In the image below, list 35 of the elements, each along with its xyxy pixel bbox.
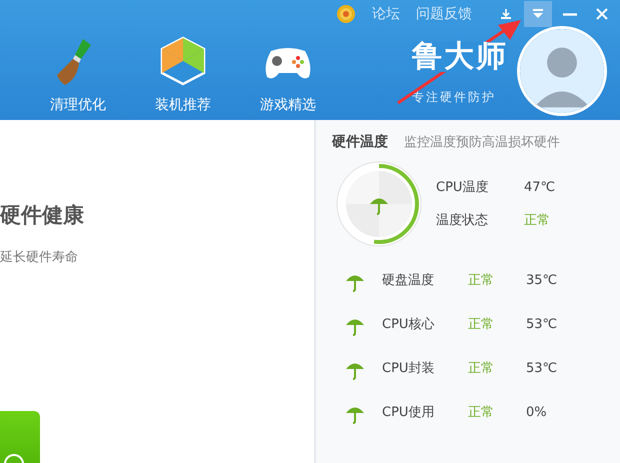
sensor-name: 硬盘温度	[382, 272, 435, 290]
sensor-status: 正常	[468, 316, 495, 334]
ring-icon	[4, 453, 24, 463]
sensor-value: 53℃	[526, 316, 558, 334]
nav-item[interactable]: 清理优化	[28, 35, 128, 116]
sensor-value: 0%	[526, 404, 547, 422]
sensor-status: 正常	[468, 404, 495, 422]
nav-item[interactable]: 游戏精选	[238, 35, 338, 116]
sensor-name: CPU核心	[382, 316, 436, 334]
panel-title: 硬件温度	[332, 132, 388, 152]
brand-name: 鲁大师	[412, 42, 508, 72]
start-button[interactable]	[0, 411, 40, 463]
sensor-value: 53℃	[526, 360, 558, 378]
sensor-name: CPU使用	[382, 404, 436, 422]
close-icon	[595, 7, 609, 21]
cube-icon	[158, 35, 208, 87]
medal-icon	[336, 4, 356, 24]
reading-value: 47℃	[524, 178, 556, 197]
sensor-name: CPU封装	[382, 360, 436, 378]
top-link[interactable]: 论坛	[372, 4, 400, 24]
panel-description: 监控温度预防高温损坏硬件	[404, 134, 560, 152]
reading-value: 正常	[524, 212, 550, 230]
sensor-status: 正常	[468, 272, 495, 290]
sensor-status: 正常	[468, 360, 495, 378]
reading-label: CPU温度	[436, 178, 490, 197]
download-icon	[499, 7, 513, 21]
top-link[interactable]: 问题反馈	[416, 4, 472, 24]
dropdown-icon	[531, 7, 545, 21]
minimize-icon	[563, 12, 577, 16]
brand-tagline: 专注硬件防护	[412, 89, 497, 106]
sensor-value: 35℃	[526, 272, 558, 290]
section-subtitle: 延长硬件寿命	[0, 248, 79, 266]
nav-item[interactable]: 装机推荐	[133, 35, 233, 116]
dropdown-button[interactable]	[524, 1, 552, 27]
reading-label: 温度状态	[436, 212, 489, 230]
